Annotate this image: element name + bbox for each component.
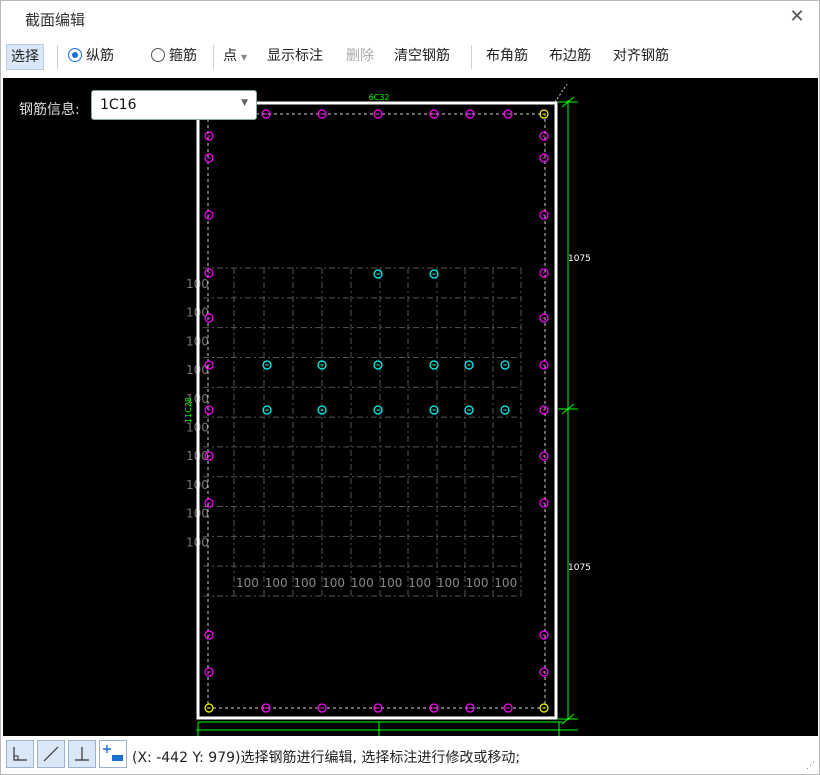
toolbar-divider [213, 45, 214, 69]
longitudinal-radio[interactable]: 纵筋 [68, 44, 114, 68]
point-label: 点 [223, 48, 237, 64]
section-outline [196, 83, 568, 720]
window-title: 截面编辑 [25, 11, 86, 29]
upper-dimension-label[interactable]: 1075 [568, 254, 591, 264]
line-mode-icon[interactable] [37, 740, 65, 768]
dropdown-arrow-icon: ▼ [241, 53, 248, 62]
toolbar: 选择 纵筋 箍筋 点 ▼ 显示标注 删除 清空钢筋 布角筋 布边筋 对齐钢筋 [1, 37, 819, 77]
rebar-info-value: 1C16 [100, 97, 137, 113]
toolbar-divider [471, 45, 472, 69]
grid-spacing-label: 100 [466, 576, 489, 590]
grid-spacing-label: 100 [236, 576, 259, 590]
grid-spacing-label: 100 [351, 576, 374, 590]
grid-spacing-label: 100 [437, 576, 460, 590]
drawing-labels: 6C32 11C28 1075 1075 [184, 93, 591, 573]
close-icon[interactable]: ✕ [785, 5, 809, 29]
title-bar: 截面编辑 ✕ [1, 1, 819, 35]
drawing-canvas[interactable]: 100 100 100 100 100 100 100 100 100 100 100 100 100 1… [3, 78, 818, 736]
grid-spacing-label: 100 [408, 576, 431, 590]
corner-rebar-button[interactable]: 布角筋 [486, 44, 528, 68]
top-bar-label[interactable]: 6C32 [369, 93, 390, 102]
stirrup-dashed-line [207, 113, 546, 709]
show-label-button[interactable]: 显示标注 [267, 44, 323, 68]
left-bar-label[interactable]: 11C28 [184, 397, 193, 423]
edge-rebar-button[interactable]: 布边筋 [549, 44, 591, 68]
grid-spacing-label: 100 [380, 576, 403, 590]
rebar-points [204, 109, 549, 713]
grid-spacing-label: 100 [293, 576, 316, 590]
stirrup-radio[interactable]: 箍筋 [151, 44, 197, 68]
lower-dimension-label[interactable]: 1075 [568, 563, 591, 573]
grid-spacing-label: 100 [265, 576, 288, 590]
perpendicular-icon[interactable] [68, 740, 96, 768]
status-bar: (X: -442 Y: 979)选择钢筋进行编辑, 选择标注进行修改或移动; ⋰ [1, 737, 819, 774]
status-text: (X: -442 Y: 979)选择钢筋进行编辑, 选择标注进行修改或移动; [132, 750, 521, 766]
clear-rebar-button[interactable]: 清空钢筋 [394, 44, 450, 68]
grid-spacing-label: 100 [322, 576, 345, 590]
radio-checked-icon [68, 48, 82, 62]
chevron-down-icon: ▼ [241, 98, 248, 108]
stirrup-label: 箍筋 [169, 48, 197, 64]
toolbar-divider [57, 45, 58, 69]
longitudinal-label: 纵筋 [86, 48, 114, 64]
ortho-mode-icon[interactable] [6, 740, 34, 768]
resize-grip-icon[interactable]: ⋰ [806, 761, 815, 771]
reference-grid: 100100100100100100100100100100100 100 100 1… [186, 267, 522, 597]
add-point-icon[interactable] [99, 740, 127, 768]
section-drawing[interactable]: 100100100100100100100100100100100 100 100 1… [3, 78, 818, 736]
select-button[interactable]: 选择 [6, 44, 44, 70]
grid-spacing-label: 100 [494, 576, 517, 590]
leader-line [554, 83, 568, 103]
section-edit-window: 截面编辑 ✕ 选择 纵筋 箍筋 点 ▼ 显示标注 删除 清空钢筋 布角筋 布边筋 … [0, 0, 820, 775]
dimension-lines [196, 96, 578, 736]
radio-unchecked-icon [151, 48, 165, 62]
rebar-info-label: 钢筋信息: [19, 102, 80, 118]
rebar-info-select[interactable]: 1C16 ▼ [91, 90, 257, 120]
align-rebar-button[interactable]: 对齐钢筋 [613, 44, 669, 68]
point-dropdown[interactable]: 点 ▼ [223, 44, 247, 68]
delete-button[interactable]: 删除 [346, 44, 374, 68]
